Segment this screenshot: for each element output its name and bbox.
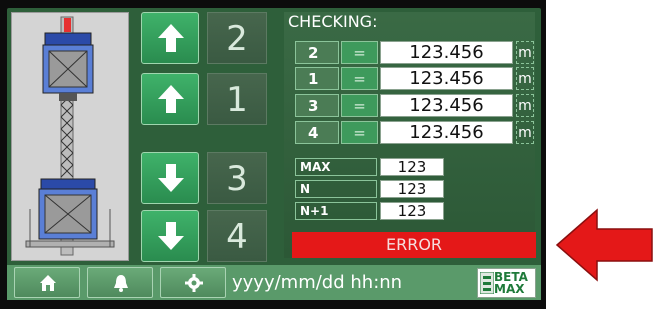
row-index: 3 xyxy=(295,94,339,117)
floor-up-button-2[interactable] xyxy=(141,12,199,64)
hoist-diagram-drawing xyxy=(25,16,115,256)
floor-up-button-1[interactable] xyxy=(141,73,199,125)
stat-label-n-plus-1: N+1 xyxy=(295,202,377,220)
stat-label-n: N xyxy=(295,180,377,198)
callout-arrow-icon xyxy=(555,208,653,282)
checking-title: CHECKING: xyxy=(288,12,378,31)
row-value-field: 123.456 xyxy=(380,67,513,90)
logo-mark-icon xyxy=(480,272,494,294)
row-unit: m xyxy=(516,94,534,117)
floor-down-button-4[interactable] xyxy=(141,210,199,262)
stat-value-max: 123 xyxy=(380,158,444,176)
floor-label-2: 2 xyxy=(207,12,267,64)
home-button[interactable] xyxy=(14,267,80,298)
row-unit: m xyxy=(516,67,534,90)
hoist-diagram xyxy=(11,12,129,261)
row-unit: m xyxy=(516,121,534,144)
bell-icon xyxy=(114,275,128,292)
hmi-panel: 2 1 3 4 CHECKING: 2 = 123.456 m 1 = 123.… xyxy=(0,0,546,309)
arrow-down-icon xyxy=(158,164,184,192)
arrow-up-icon xyxy=(158,24,184,52)
error-status-bar: ERROR xyxy=(292,232,536,258)
home-icon xyxy=(40,275,56,291)
logo-text-line2: MAX xyxy=(494,282,525,296)
row-equals: = xyxy=(341,67,378,90)
row-value-field: 123.456 xyxy=(380,41,513,64)
row-index: 2 xyxy=(295,41,339,64)
floor-label-4: 4 xyxy=(207,210,267,262)
gear-icon xyxy=(185,274,203,292)
row-value-field: 123.456 xyxy=(380,94,513,117)
settings-button[interactable] xyxy=(160,267,226,298)
row-index: 4 xyxy=(295,121,339,144)
row-unit: m xyxy=(516,41,534,64)
row-equals: = xyxy=(341,41,378,64)
stat-value-n: 123 xyxy=(380,180,444,198)
row-index: 1 xyxy=(295,67,339,90)
alarm-button[interactable] xyxy=(87,267,153,298)
stat-label-max: MAX xyxy=(295,158,377,176)
betamax-logo: BETA MAX xyxy=(477,268,536,298)
row-equals: = xyxy=(341,121,378,144)
floor-label-1: 1 xyxy=(207,73,267,125)
datetime-display: yyyy/mm/dd hh:nn xyxy=(232,272,403,293)
floor-label-3: 3 xyxy=(207,152,267,204)
row-equals: = xyxy=(341,94,378,117)
arrow-up-icon xyxy=(158,85,184,113)
floor-down-button-3[interactable] xyxy=(141,152,199,204)
row-value-field: 123.456 xyxy=(380,121,513,144)
arrow-down-icon xyxy=(158,222,184,250)
stat-value-n-plus-1: 123 xyxy=(380,202,444,220)
